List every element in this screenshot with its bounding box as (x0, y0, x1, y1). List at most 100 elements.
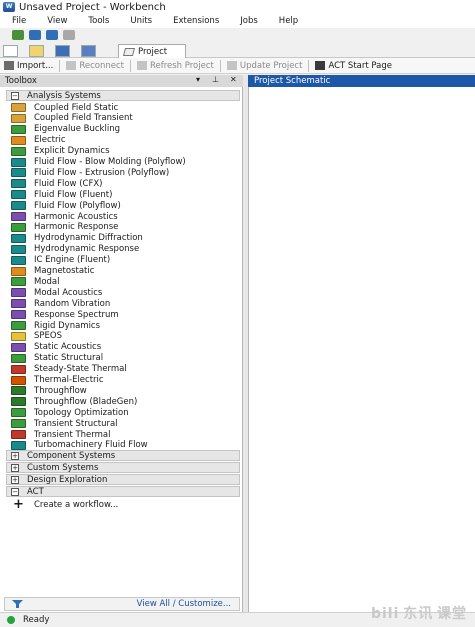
act-group[interactable]: − ACT (6, 486, 240, 497)
expand-icon[interactable]: + (11, 451, 19, 460)
import-label: Import... (17, 60, 54, 71)
collapse-icon[interactable]: − (11, 487, 19, 496)
analysis-system-item[interactable]: Coupled Field Static (11, 102, 118, 113)
analysis-system-item[interactable]: Coupled Field Transient (11, 113, 133, 124)
analysis-system-item[interactable]: Hydrodynamic Response (11, 244, 139, 255)
analysis-system-item[interactable]: SPEOS (11, 331, 62, 342)
analysis-system-icon (11, 233, 26, 243)
toolbox-dropdown-icon[interactable]: ▾ (196, 75, 200, 84)
analysis-system-item[interactable]: Fluid Flow (CFX) (11, 178, 102, 189)
menu-tools[interactable]: Tools (88, 16, 109, 26)
analysis-system-item[interactable]: Response Spectrum (11, 309, 119, 320)
analysis-system-icon (11, 299, 26, 309)
expand-icon[interactable]: + (11, 475, 19, 484)
archive-project-icon[interactable] (63, 30, 75, 40)
analysis-system-label: Harmonic Acoustics (34, 211, 118, 222)
analysis-system-item[interactable]: Throughflow (BladeGen) (11, 396, 137, 407)
analysis-system-item[interactable]: Random Vibration (11, 298, 110, 309)
new-project-icon[interactable] (12, 30, 24, 40)
create-workflow-item[interactable]: + Create a workflow... (11, 497, 119, 512)
toolbar-separator (129, 59, 131, 72)
window-title: Unsaved Project - Workbench (19, 1, 166, 13)
analysis-system-item[interactable]: Fluid Flow (Polyflow) (11, 200, 121, 211)
tab-project-label: Project (138, 46, 168, 57)
analysis-system-item[interactable]: Explicit Dynamics (11, 146, 110, 157)
analysis-system-item[interactable]: Harmonic Response (11, 222, 118, 233)
save-icon[interactable] (55, 45, 70, 57)
analysis-system-item[interactable]: Transient Structural (11, 418, 118, 429)
menu-units[interactable]: Units (130, 16, 152, 26)
view-all-customize-link[interactable]: View All / Customize... (137, 599, 231, 609)
create-workflow-label: Create a workflow... (34, 499, 119, 510)
menu-view[interactable]: View (47, 16, 67, 26)
toolbox-close-icon[interactable]: ✕ (230, 75, 237, 84)
design-exploration-group[interactable]: + Design Exploration (6, 474, 240, 485)
new-icon[interactable] (3, 45, 18, 57)
menu-help[interactable]: Help (279, 16, 298, 26)
analysis-system-icon (11, 364, 26, 374)
analysis-system-item[interactable]: Modal Acoustics (11, 287, 102, 298)
refresh-project-button[interactable]: Refresh Project (133, 58, 218, 74)
save-project-icon[interactable] (46, 30, 58, 40)
analysis-system-item[interactable]: Modal (11, 276, 60, 287)
analysis-system-item[interactable]: Static Acoustics (11, 342, 101, 353)
component-systems-group[interactable]: + Component Systems (6, 450, 240, 461)
analysis-systems-group[interactable]: − Analysis Systems (6, 90, 240, 101)
analysis-system-item[interactable]: Fluid Flow - Blow Molding (Polyflow) (11, 157, 186, 168)
analysis-system-label: Explicit Dynamics (34, 146, 110, 157)
analysis-system-icon (11, 288, 26, 298)
expand-icon[interactable]: + (11, 463, 19, 472)
analysis-system-item[interactable]: Static Structural (11, 353, 103, 364)
custom-systems-group[interactable]: + Custom Systems (6, 462, 240, 473)
analysis-system-item[interactable]: IC Engine (Fluent) (11, 255, 110, 266)
analysis-system-item[interactable]: Fluid Flow - Extrusion (Polyflow) (11, 167, 169, 178)
analysis-system-item[interactable]: Fluid Flow (Fluent) (11, 189, 112, 200)
grid-icon (315, 61, 326, 70)
filter-icon[interactable] (12, 600, 23, 608)
analysis-system-label: Steady-State Thermal (34, 364, 127, 375)
analysis-system-item[interactable]: Eigenvalue Buckling (11, 124, 120, 135)
analysis-system-item[interactable]: Electric (11, 135, 66, 146)
collapse-icon[interactable]: − (11, 91, 19, 100)
design-exploration-label: Design Exploration (27, 474, 108, 485)
analysis-system-label: Random Vibration (34, 298, 111, 309)
analysis-system-item[interactable]: Harmonic Acoustics (11, 211, 118, 222)
analysis-system-item[interactable]: Throughflow (11, 385, 87, 396)
analysis-system-icon (11, 222, 26, 232)
menu-file[interactable]: File (12, 16, 26, 26)
analysis-system-label: Modal Acoustics (34, 287, 103, 298)
reconnect-icon (66, 61, 77, 70)
open-folder-icon[interactable] (29, 45, 44, 57)
toolbox-panel: − Analysis Systems Coupled Field Static C… (0, 87, 243, 612)
toolbox-pin-icon[interactable]: ⊥ (212, 75, 219, 84)
act-start-page-button[interactable]: ACT Start Page (311, 58, 396, 74)
menu-jobs[interactable]: Jobs (240, 16, 258, 26)
analysis-systems-label: Analysis Systems (27, 90, 101, 101)
analysis-system-icon (11, 255, 26, 265)
analysis-system-icon (11, 124, 26, 134)
analysis-system-label: Transient Structural (34, 418, 118, 429)
import-button[interactable]: Import... (0, 58, 57, 74)
reconnect-button[interactable]: Reconnect (62, 58, 128, 74)
analysis-system-icon (11, 244, 26, 254)
analysis-system-icon (11, 419, 26, 429)
open-project-icon[interactable] (29, 30, 41, 40)
save-as-icon[interactable] (81, 45, 96, 57)
analysis-system-item[interactable]: Thermal-Electric (11, 375, 104, 386)
menu-extensions[interactable]: Extensions (173, 16, 219, 26)
analysis-system-label: Fluid Flow (CFX) (34, 178, 103, 189)
analysis-system-item[interactable]: Topology Optimization (11, 407, 129, 418)
analysis-system-item[interactable]: Hydrodynamic Diffraction (11, 233, 143, 244)
analysis-system-icon (11, 353, 26, 363)
tab-project[interactable]: Project (118, 44, 186, 58)
analysis-system-item[interactable]: Rigid Dynamics (11, 320, 100, 331)
analysis-system-label: Transient Thermal (34, 429, 111, 440)
analysis-system-label: Harmonic Response (34, 222, 119, 233)
update-project-button[interactable]: Update Project (223, 58, 307, 74)
analysis-system-item[interactable]: Transient Thermal (11, 429, 110, 440)
analysis-system-item[interactable]: Steady-State Thermal (11, 364, 127, 375)
analysis-system-item[interactable]: Magnetostatic (11, 266, 94, 277)
project-schematic-canvas[interactable] (248, 87, 475, 612)
analysis-system-icon (11, 201, 26, 211)
status-text: Ready (23, 615, 50, 625)
